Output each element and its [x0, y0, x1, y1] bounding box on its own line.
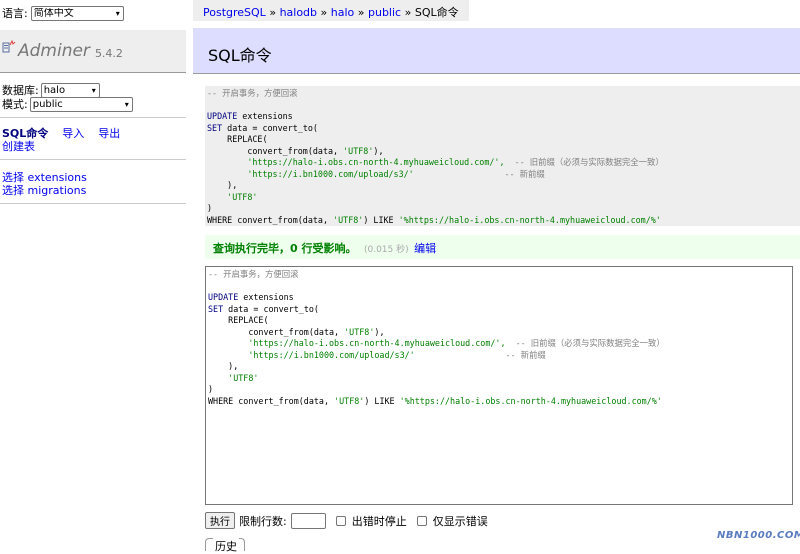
sql-text: ) LIKE [363, 214, 399, 225]
table-extensions-link[interactable]: extensions [28, 171, 87, 184]
sql-text: convert_from(data, [207, 145, 344, 156]
sql-command-link[interactable]: SQL命令 [2, 127, 48, 140]
sql-text: WHERE convert_from(data, [207, 214, 334, 225]
divider [0, 159, 186, 160]
adminer-logo-link[interactable]: Adminer [18, 41, 90, 61]
sql-text: extensions [238, 292, 294, 302]
sql-string: 'UTF8' [208, 372, 259, 383]
sql-string: 'https://halo-i.obs.cn-north-4.myhuaweic… [207, 157, 505, 167]
content: PostgreSQL » halodb » halo » public » SQ… [193, 0, 800, 554]
table-item-migrations: 选择 migrations [2, 184, 87, 197]
breadcrumb-current: SQL命令 [414, 6, 459, 19]
sql-text: ) [207, 203, 213, 213]
schema-select-wrap[interactable]: public ▾ [29, 96, 133, 112]
stop-on-error-label[interactable]: 出错时停止 [352, 513, 407, 529]
breadcrumb-public[interactable]: public [368, 6, 401, 19]
sql-comment: -- 新前缀 [413, 168, 545, 179]
page-title: SQL命令 [193, 28, 800, 74]
execute-controls: 执行 限制行数: 出错时停止 仅显示错误 [205, 512, 488, 529]
sql-comment: -- 开启事务，方便回滚 [208, 269, 299, 279]
sql-string: 'UTF8' [344, 326, 375, 337]
sql-comment: -- 旧前缀（必须与实际数据完全一致） [504, 157, 664, 167]
language-select-wrap[interactable]: 简体中文 ▾ [30, 5, 124, 21]
only-errors-label[interactable]: 仅显示错误 [433, 513, 488, 529]
sql-string: 'UTF8' [343, 145, 374, 156]
table-list: 选择 extensions 选择 migrations [2, 171, 87, 197]
sql-comment: -- 旧前缀（必须与实际数据完全一致） [505, 338, 665, 348]
sql-text: extensions [237, 111, 293, 121]
create-table-link[interactable]: 创建表 [2, 140, 35, 153]
language-row: 语言: 简体中文 ▾ [2, 5, 124, 21]
sql-string: 'UTF8' [207, 191, 258, 202]
query-time: (0.015 秒) [363, 245, 409, 255]
language-label: 语言: [2, 7, 28, 20]
breadcrumb-separator: » [357, 6, 365, 19]
import-link[interactable]: 导入 [62, 127, 84, 140]
executed-sql-view: -- 开启事务，方便回滚 UPDATE extensions SET data … [205, 86, 800, 226]
sql-text: ) LIKE [364, 395, 400, 406]
sql-keyword: SET [207, 122, 223, 133]
sql-string: 'https://halo-i.obs.cn-north-4.myhuaweic… [208, 338, 506, 348]
sql-string: 'UTF8' [334, 395, 365, 406]
breadcrumb-separator: » [269, 6, 277, 19]
schema-row: 模式: public ▾ [2, 96, 133, 112]
sidebar: 语言: 简体中文 ▾ Adminer 5.4.2 数据库: halo ▾ 模式: [0, 0, 186, 551]
success-text: 查询执行完毕，0 行受影响。 [213, 242, 357, 255]
sql-keyword: UPDATE [207, 111, 238, 121]
schema-select[interactable]: public [29, 96, 133, 112]
sql-string: 'https://i.bn1000.com/upload/s3/' [208, 349, 415, 360]
sql-string: 'https://i.bn1000.com/upload/s3/' [207, 168, 414, 179]
sql-text: ), [208, 361, 239, 371]
stop-on-error-checkbox[interactable] [335, 515, 346, 526]
edit-link[interactable]: 编辑 [414, 242, 436, 255]
table-item-extensions: 选择 extensions [2, 171, 87, 184]
logo-bar: Adminer 5.4.2 [0, 30, 186, 73]
sql-text: data = convert_to( [223, 303, 319, 314]
sql-text: convert_from(data, [208, 326, 345, 337]
version-label: 5.4.2 [94, 46, 123, 60]
divider [0, 117, 186, 118]
success-message: 查询执行完毕，0 行受影响。 (0.015 秒) 编辑 [205, 235, 800, 259]
history-fieldset: 历史 [205, 538, 245, 554]
sql-text: ) [208, 384, 214, 394]
only-errors-checkbox[interactable] [416, 515, 427, 526]
language-select[interactable]: 简体中文 [30, 5, 124, 21]
limit-label: 限制行数: [239, 514, 287, 528]
watermark-logo: NBN1000.COM [717, 530, 800, 541]
sql-editor[interactable]: -- 开启事务，方便回滚 UPDATE extensions SET data … [205, 266, 793, 505]
sidebar-actions: SQL命令 导入 导出 创建表 [2, 127, 134, 153]
export-link[interactable]: 导出 [98, 127, 120, 140]
breadcrumb-separator: » [404, 6, 412, 19]
adminer-logo-icon[interactable] [2, 40, 16, 54]
sql-text: ), [207, 180, 238, 190]
select-extensions-link[interactable]: 选择 [2, 171, 24, 184]
breadcrumb-halodb[interactable]: halodb [280, 6, 317, 19]
sql-text: WHERE convert_from(data, [208, 395, 335, 406]
sql-text: REPLACE( [207, 134, 268, 144]
sql-comment: -- 开启事务，方便回滚 [207, 88, 298, 98]
sql-text: ), [373, 145, 384, 156]
sql-text: data = convert_to( [222, 122, 318, 133]
table-migrations-link[interactable]: migrations [28, 184, 87, 197]
breadcrumb-postgresql[interactable]: PostgreSQL [203, 6, 266, 19]
sql-string: 'UTF8' [333, 214, 364, 225]
select-migrations-link[interactable]: 选择 [2, 184, 24, 197]
execute-button[interactable]: 执行 [205, 512, 235, 529]
breadcrumb-separator: » [320, 6, 328, 19]
schema-label: 模式: [2, 98, 28, 111]
sql-string: '%https://halo-i.obs.cn-north-4.myhuawei… [399, 395, 662, 406]
divider [0, 203, 186, 204]
sql-keyword: SET [208, 303, 224, 314]
breadcrumb-halo[interactable]: halo [331, 6, 355, 19]
sql-text: ), [374, 326, 385, 337]
sql-string: '%https://halo-i.obs.cn-north-4.myhuawei… [398, 214, 661, 225]
limit-input[interactable] [290, 512, 326, 529]
sql-comment: -- 新前缀 [414, 349, 546, 360]
sql-keyword: UPDATE [208, 292, 239, 302]
history-legend[interactable]: 历史 [213, 538, 239, 554]
breadcrumb: PostgreSQL » halodb » halo » public » SQ… [193, 0, 469, 21]
sql-text: REPLACE( [208, 315, 269, 325]
